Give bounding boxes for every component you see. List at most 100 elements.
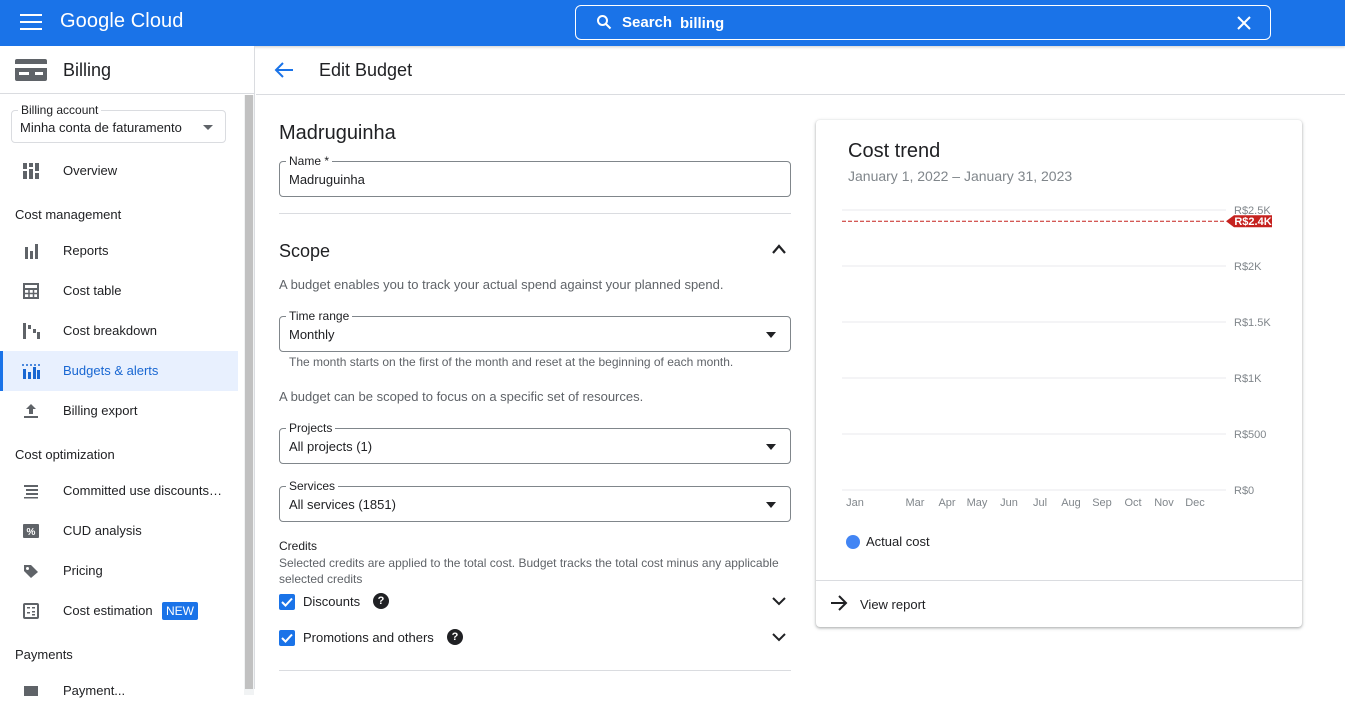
sidebar-item-label: Cost breakdown bbox=[63, 323, 157, 338]
credits-description: Selected credits are applied to the tota… bbox=[279, 556, 779, 586]
sidebar-item-cud-analysis[interactable]: % CUD analysis bbox=[0, 511, 238, 551]
x-tick-label: Mar bbox=[906, 497, 925, 509]
budget-name-heading: Madruguinha bbox=[279, 122, 396, 144]
card-title: Cost trend bbox=[848, 140, 941, 162]
sidebar: Billing Billing account Minha conta de f… bbox=[0, 46, 255, 698]
sidebar-item-label: Cost table bbox=[63, 283, 122, 298]
dropdown-arrow-icon bbox=[766, 444, 776, 450]
scope-description: A budget enables you to track your actua… bbox=[279, 277, 724, 292]
name-value[interactable]: Madruguinha bbox=[289, 172, 365, 187]
search-input[interactable] bbox=[680, 13, 1200, 33]
divider bbox=[279, 213, 791, 214]
scope-heading: Scope bbox=[279, 241, 331, 261]
y-tick-label: R$500 bbox=[1234, 429, 1266, 441]
help-icon[interactable]: ? bbox=[447, 629, 463, 645]
time-range-label: Time range bbox=[286, 309, 353, 323]
sidebar-item-overview[interactable]: Overview bbox=[0, 151, 238, 191]
search-bar[interactable]: Search bbox=[575, 5, 1271, 40]
payment-icon bbox=[24, 686, 38, 696]
billing-icon bbox=[15, 59, 47, 81]
sidebar-item-label: Pricing bbox=[63, 563, 103, 578]
y-tick-label: R$1.5K bbox=[1234, 317, 1271, 329]
projects-select[interactable]: Projects All projects (1) bbox=[279, 421, 791, 464]
sidebar-item-budgets-alerts[interactable]: Budgets & alerts bbox=[0, 351, 238, 391]
time-range-hint: The month starts on the first of the mon… bbox=[289, 355, 734, 369]
discounts-row: Discounts ? bbox=[279, 592, 791, 614]
x-tick-label: Dec bbox=[1185, 497, 1205, 509]
chevron-down-icon[interactable] bbox=[771, 632, 787, 642]
svg-text:%: % bbox=[27, 527, 36, 538]
credits-heading: Credits bbox=[279, 539, 318, 553]
sidebar-item-cost-estimation[interactable]: Cost estimation NEW bbox=[0, 591, 238, 631]
scope-description-2: A budget can be scoped to focus on a spe… bbox=[279, 389, 644, 404]
x-tick-label: Jun bbox=[1000, 497, 1018, 509]
y-tick-label: R$0 bbox=[1234, 485, 1254, 497]
projects-value: All projects (1) bbox=[289, 439, 373, 454]
sidebar-item-label: Overview bbox=[63, 163, 118, 178]
sidebar-item-label: Reports bbox=[63, 243, 109, 258]
new-badge: NEW bbox=[162, 602, 198, 620]
search-icon bbox=[597, 15, 612, 30]
bar-chart-icon bbox=[25, 244, 38, 259]
name-field[interactable]: Name * Madruguinha bbox=[279, 154, 791, 197]
y-tick-label: R$2K bbox=[1234, 261, 1262, 273]
cost-trend-chart: R$0 R$500 R$1K R$1.5K R$2K R$2.5K Jan Mar Apr May… bbox=[842, 205, 1272, 509]
clear-search-icon[interactable] bbox=[1234, 13, 1254, 33]
time-range-select[interactable]: Time range Monthly bbox=[279, 309, 791, 352]
chevron-up-icon[interactable] bbox=[771, 243, 787, 255]
discounts-checkbox[interactable] bbox=[279, 594, 295, 610]
chevron-down-icon[interactable] bbox=[771, 596, 787, 606]
billing-account-label: Billing account bbox=[18, 103, 102, 117]
sidebar-item-label: Payment... bbox=[63, 683, 126, 698]
sidebar-item-label: Committed use discounts… bbox=[63, 483, 222, 498]
x-tick-label: Nov bbox=[1154, 497, 1174, 509]
help-icon[interactable]: ? bbox=[373, 593, 389, 609]
calculator-icon bbox=[23, 603, 39, 619]
x-tick-label: Aug bbox=[1061, 497, 1081, 509]
percent-icon: % bbox=[23, 524, 39, 538]
scrollbar-thumb[interactable] bbox=[245, 95, 253, 689]
chevron-down-icon bbox=[203, 125, 213, 130]
sidebar-item-label: CUD analysis bbox=[63, 523, 142, 538]
budget-chart-icon bbox=[22, 364, 40, 379]
divider bbox=[279, 670, 791, 671]
sidebar-item-committed-use-discounts[interactable]: Committed use discounts… bbox=[0, 471, 238, 511]
sidebar-item-billing-export[interactable]: Billing export bbox=[0, 391, 238, 431]
billing-account-value: Minha conta de faturamento bbox=[20, 120, 182, 135]
export-icon bbox=[24, 404, 38, 418]
page-title: Edit Budget bbox=[319, 60, 413, 80]
name-label: Name * bbox=[286, 154, 333, 168]
sidebar-item-pricing[interactable]: Pricing bbox=[0, 551, 238, 591]
y-tick-label: R$2.5K bbox=[1234, 205, 1271, 217]
sidebar-item-cost-table[interactable]: Cost table bbox=[0, 271, 238, 311]
y-tick-label: R$1K bbox=[1234, 373, 1262, 385]
sidebar-item-reports[interactable]: Reports bbox=[0, 231, 238, 271]
google-cloud-logo[interactable]: Google Cloud bbox=[60, 10, 184, 33]
legend-label: Actual cost bbox=[866, 534, 930, 549]
legend-swatch bbox=[846, 535, 860, 549]
section-cost-management: Cost management bbox=[15, 207, 122, 222]
services-value: All services (1851) bbox=[289, 497, 396, 512]
budget-form: Madruguinha Name * Madruguinha Scope A b… bbox=[279, 95, 791, 689]
billing-account-select[interactable]: Billing account Minha conta de faturamen… bbox=[11, 103, 226, 143]
section-payments: Payments bbox=[15, 647, 73, 662]
promotions-checkbox[interactable] bbox=[279, 630, 295, 646]
sidebar-nav: Billing account Minha conta de faturamen… bbox=[0, 95, 244, 698]
tag-icon bbox=[24, 565, 38, 578]
view-report-link[interactable]: View report bbox=[816, 580, 1302, 627]
budget-threshold-label: R$2.4K bbox=[1234, 216, 1271, 228]
menu-icon[interactable] bbox=[20, 14, 42, 32]
services-select[interactable]: Services All services (1851) bbox=[279, 479, 791, 522]
sidebar-item-cost-breakdown[interactable]: Cost breakdown bbox=[0, 311, 238, 351]
sidebar-scrollbar[interactable] bbox=[244, 95, 254, 695]
sidebar-item-payment[interactable]: Payment... bbox=[0, 671, 238, 711]
sidebar-item-label: Cost estimation bbox=[63, 603, 153, 618]
promotions-row: Promotions and others ? bbox=[279, 628, 791, 650]
cost-trend-card: Cost trend January 1, 2022 – January 31,… bbox=[816, 120, 1302, 627]
page-header: Edit Budget bbox=[256, 46, 1345, 95]
back-arrow-icon[interactable] bbox=[274, 61, 294, 79]
discounts-label: Discounts bbox=[303, 594, 361, 609]
arrow-right-icon bbox=[831, 595, 848, 611]
x-tick-label: Oct bbox=[1124, 497, 1141, 509]
section-cost-optimization: Cost optimization bbox=[15, 447, 115, 462]
